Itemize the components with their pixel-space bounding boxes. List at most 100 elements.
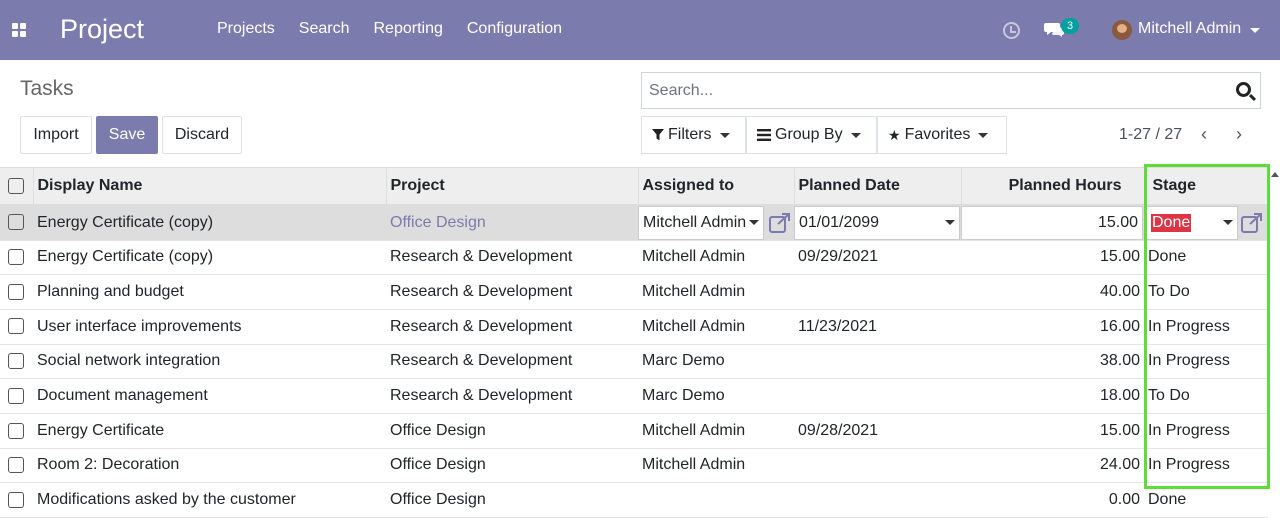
table-scrollbar[interactable] [1270,168,1280,496]
cell-planned-hours[interactable]: 15.00 [961,413,1144,449]
pager-previous-icon[interactable]: ‹ [1201,125,1213,143]
cell-assigned-to[interactable]: Mitchell Admin [638,309,794,345]
cell-display-name[interactable]: Planning and budget [33,274,386,310]
cell-planned-date[interactable]: 11/23/2021 [794,309,961,345]
filters-button[interactable]: Filters [641,116,746,154]
cell-assigned-to[interactable]: Marc Demo [638,344,794,380]
row-checkbox[interactable] [8,353,24,370]
row-checkbox[interactable] [8,491,24,508]
search-input[interactable] [642,73,1202,108]
planned-date-input[interactable]: 01/01/2099 [794,205,960,240]
cell-stage[interactable]: In Progress [1144,413,1268,449]
external-link-icon[interactable] [1241,212,1263,233]
cell-assigned-to[interactable]: Marc Demo [638,378,794,414]
table-row[interactable]: Document management Research & Developme… [0,378,1268,414]
cell-project[interactable]: Office Design [386,413,638,449]
stage-select[interactable]: Done [1146,205,1238,240]
cell-planned-hours[interactable]: 40.00 [961,274,1144,310]
cell-display-name[interactable]: Energy Certificate (copy) [33,204,386,241]
row-checkbox[interactable] [8,283,24,300]
cell-display-name[interactable]: User interface improvements [33,309,386,345]
user-avatar[interactable] [1112,20,1132,40]
cell-display-name[interactable]: Energy Certificate [33,413,386,449]
column-header-planned-hours[interactable]: Planned Hours [960,167,1144,206]
cell-project[interactable]: Research & Development [386,309,638,345]
import-button[interactable]: Import [20,116,92,154]
cell-project[interactable]: Research & Development [386,378,638,414]
row-checkbox[interactable] [8,249,24,266]
row-checkbox[interactable] [8,457,24,474]
cell-planned-hours[interactable]: 16.00 [961,309,1144,345]
table-row-editing[interactable]: Energy Certificate (copy) Office Design … [0,204,1268,241]
cell-display-name[interactable]: Document management [33,378,386,414]
cell-planned-hours[interactable]: 0.00 [961,482,1144,518]
cell-stage[interactable]: Done [1144,240,1268,276]
cell-planned-date[interactable]: 09/29/2021 [794,240,961,276]
favorites-button[interactable]: ★ Favorites [877,116,1007,154]
cell-stage[interactable]: In Progress [1144,448,1268,484]
column-header-stage[interactable]: Stage [1143,167,1268,206]
apps-menu-icon[interactable] [12,23,27,37]
cell-planned-date[interactable] [794,344,961,380]
group-by-button[interactable]: Group By [746,116,877,154]
cell-planned-date[interactable] [794,448,961,484]
cell-planned-date[interactable] [794,378,961,414]
discard-button[interactable]: Discard [162,116,242,154]
cell-display-name[interactable]: Energy Certificate (copy) [33,240,386,276]
external-link-icon[interactable] [769,212,791,233]
cell-display-name[interactable]: Social network integration [33,344,386,380]
row-checkbox[interactable] [8,318,24,335]
cell-assigned-to[interactable]: Mitchell Admin [638,274,794,310]
cell-project[interactable]: Office Design [386,448,638,484]
cell-project[interactable]: Research & Development [386,240,638,276]
column-header-project[interactable]: Project [385,167,638,206]
column-header-display-name[interactable]: Display Name [32,167,386,206]
cell-assigned-to[interactable]: Mitchell Admin [638,448,794,484]
scroll-up-icon[interactable] [1271,172,1279,177]
user-menu-chevron-down-icon[interactable] [1250,28,1260,33]
menu-item-search[interactable]: Search [287,20,362,38]
cell-display-name[interactable]: Modifications asked by the customer [33,482,386,518]
planned-hours-input[interactable]: 15.00 [961,205,1143,240]
row-checkbox[interactable] [8,387,24,404]
table-row[interactable]: Energy Certificate Office Design Mitchel… [0,413,1268,449]
cell-planned-hours[interactable]: 24.00 [961,448,1144,484]
cell-planned-date[interactable] [794,274,961,310]
cell-stage[interactable]: To Do [1144,378,1268,414]
cell-planned-date[interactable] [794,482,961,518]
cell-stage[interactable]: In Progress [1144,309,1268,345]
menu-item-projects[interactable]: Projects [205,20,287,38]
cell-project[interactable]: Research & Development [386,274,638,310]
cell-project[interactable]: Research & Development [386,344,638,380]
assigned-to-select[interactable]: Mitchell Admin [638,205,764,240]
menu-item-reporting[interactable]: Reporting [362,20,455,38]
column-header-assigned-to[interactable]: Assigned to [637,167,794,206]
cell-stage[interactable]: To Do [1144,274,1268,310]
table-row[interactable]: Planning and budget Research & Developme… [0,274,1268,310]
cell-stage[interactable]: Done [1144,482,1268,518]
pager-next-icon[interactable]: › [1236,125,1248,143]
row-checkbox[interactable] [8,422,24,439]
save-button[interactable]: Save [96,116,158,154]
table-row[interactable]: Modifications asked by the customer Offi… [0,482,1268,518]
cell-planned-hours[interactable]: 18.00 [961,378,1144,414]
user-menu-name[interactable]: Mitchell Admin [1138,20,1241,38]
cell-stage[interactable]: In Progress [1144,344,1268,380]
cell-planned-date[interactable]: 09/28/2021 [794,413,961,449]
cell-display-name[interactable]: Room 2: Decoration [33,448,386,484]
table-row[interactable]: Social network integration Research & De… [0,344,1268,380]
cell-project-link[interactable]: Office Design [386,204,638,241]
activity-clock-icon[interactable] [1003,22,1020,39]
menu-item-configuration[interactable]: Configuration [455,20,574,38]
cell-assigned-to[interactable]: Mitchell Admin [638,240,794,276]
pager-value[interactable]: 1-27 / 27 [1119,126,1182,144]
cell-planned-hours[interactable]: 38.00 [961,344,1144,380]
table-row[interactable]: User interface improvements Research & D… [0,309,1268,345]
cell-planned-hours[interactable]: 15.00 [961,240,1144,276]
cell-assigned-to[interactable] [638,482,794,518]
column-header-planned-date[interactable]: Planned Date [793,167,961,206]
cell-project[interactable]: Office Design [386,482,638,518]
row-checkbox[interactable] [8,214,24,231]
select-all-checkbox[interactable] [8,177,24,194]
table-row[interactable]: Energy Certificate (copy) Research & Dev… [0,240,1268,276]
